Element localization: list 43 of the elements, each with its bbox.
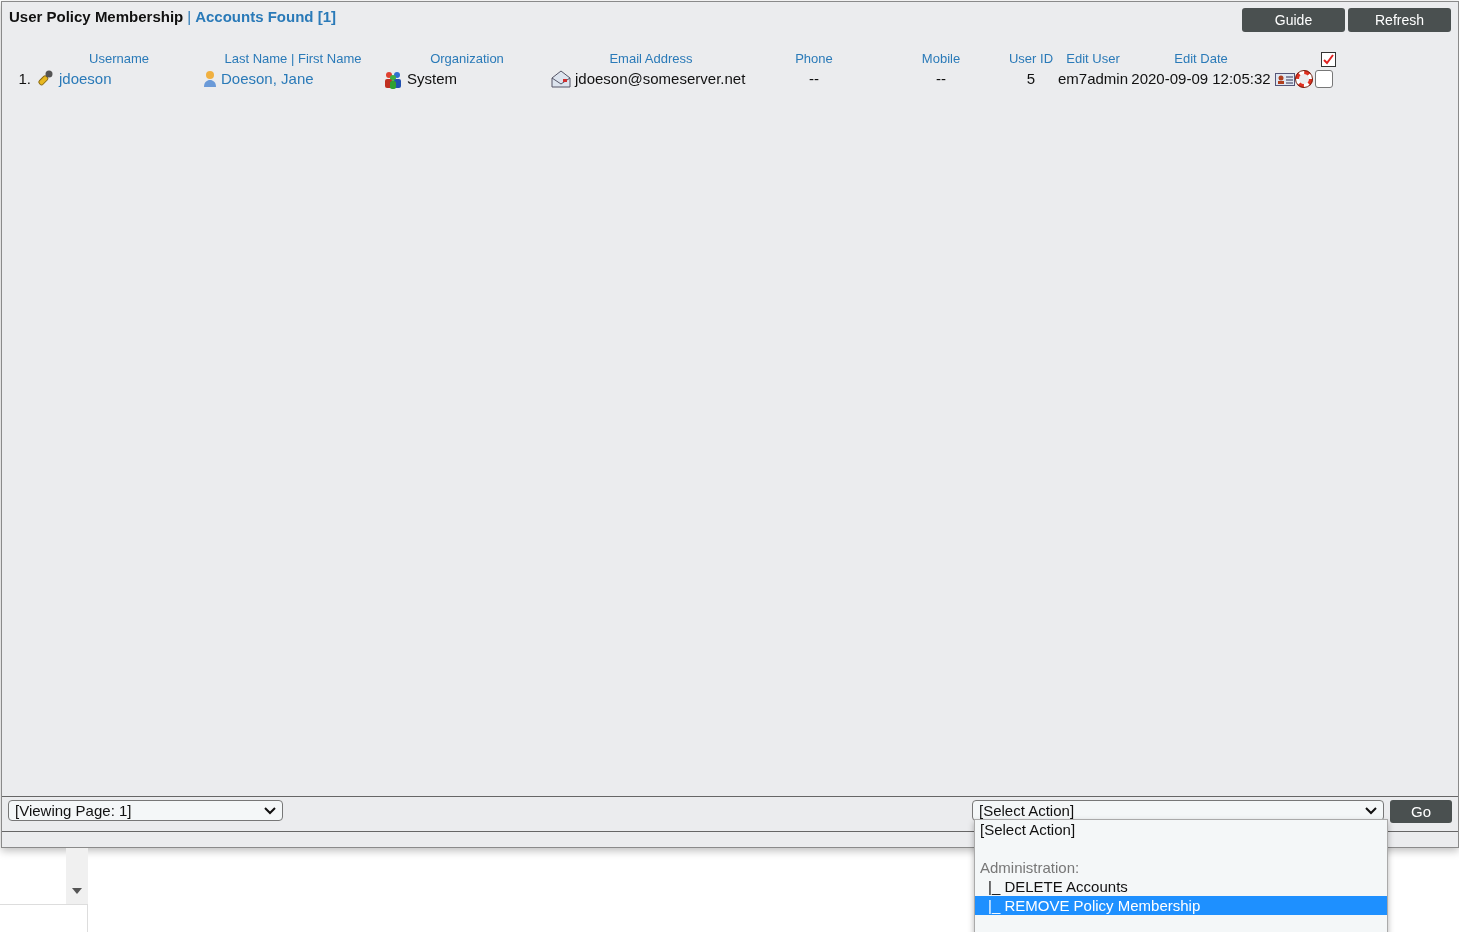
username-link[interactable]: jdoeson [59, 68, 112, 90]
column-header[interactable]: Email Address [551, 50, 751, 68]
email-text: jdoeson@someserver.net [575, 69, 746, 89]
toolbar-button[interactable]: Guide [1242, 8, 1345, 32]
people-group-icon [383, 69, 403, 89]
column-header[interactable]: Phone [751, 50, 877, 68]
column-header[interactable]: Mobile [877, 50, 1005, 68]
edit-user-text: em7admin [1057, 69, 1128, 89]
chevron-icon [1365, 806, 1377, 815]
phone-text: -- [809, 69, 819, 89]
column-header[interactable]: Edit User [1057, 50, 1129, 68]
accounts-found-count: Accounts Found [1] [195, 8, 336, 25]
title-separator: | [187, 8, 192, 25]
go-button[interactable]: Go [1390, 800, 1452, 823]
row-number: 1. [17, 69, 32, 89]
menu-option[interactable]: |_ DELETE Accounts [975, 877, 1387, 896]
action-select[interactable]: [Select Action] [972, 800, 1384, 821]
column-header[interactable]: Username [35, 50, 203, 68]
column-header[interactable]: User ID [1005, 50, 1057, 68]
scrollbar[interactable] [66, 848, 88, 904]
menu-option[interactable]: [Select Action] [975, 820, 1387, 839]
menu-group-label: Administration: [979, 858, 1081, 877]
column-header[interactable]: Organization [383, 50, 551, 68]
person-icon [203, 70, 217, 88]
page-title: User Policy Membership [9, 8, 184, 25]
lifebuoy-icon[interactable] [1295, 70, 1313, 88]
envelope-icon [551, 70, 571, 88]
user-id-text: 5 [1026, 69, 1036, 89]
mobile-text: -- [936, 69, 946, 89]
key-icon [35, 69, 55, 89]
page-select[interactable]: [Viewing Page: 1] [8, 800, 283, 821]
column-header[interactable]: Last Name | First Name [203, 50, 383, 68]
edit-date-text: 2020-09-09 12:05:32 [1131, 69, 1271, 89]
id-card-icon[interactable] [1275, 71, 1295, 87]
down-arrow-icon[interactable] [72, 888, 82, 894]
organization-text: System [407, 69, 457, 89]
column-header[interactable]: Edit Date [1129, 50, 1273, 68]
chevron-icon [264, 806, 276, 815]
row-checkbox[interactable] [1315, 70, 1333, 88]
menu-option[interactable]: |_ REMOVE Policy Membership [975, 896, 1387, 915]
toolbar-button[interactable]: Refresh [1348, 8, 1451, 32]
name-link[interactable]: Doeson, Jane [221, 68, 314, 90]
select-all-checkbox[interactable] [1321, 51, 1336, 67]
